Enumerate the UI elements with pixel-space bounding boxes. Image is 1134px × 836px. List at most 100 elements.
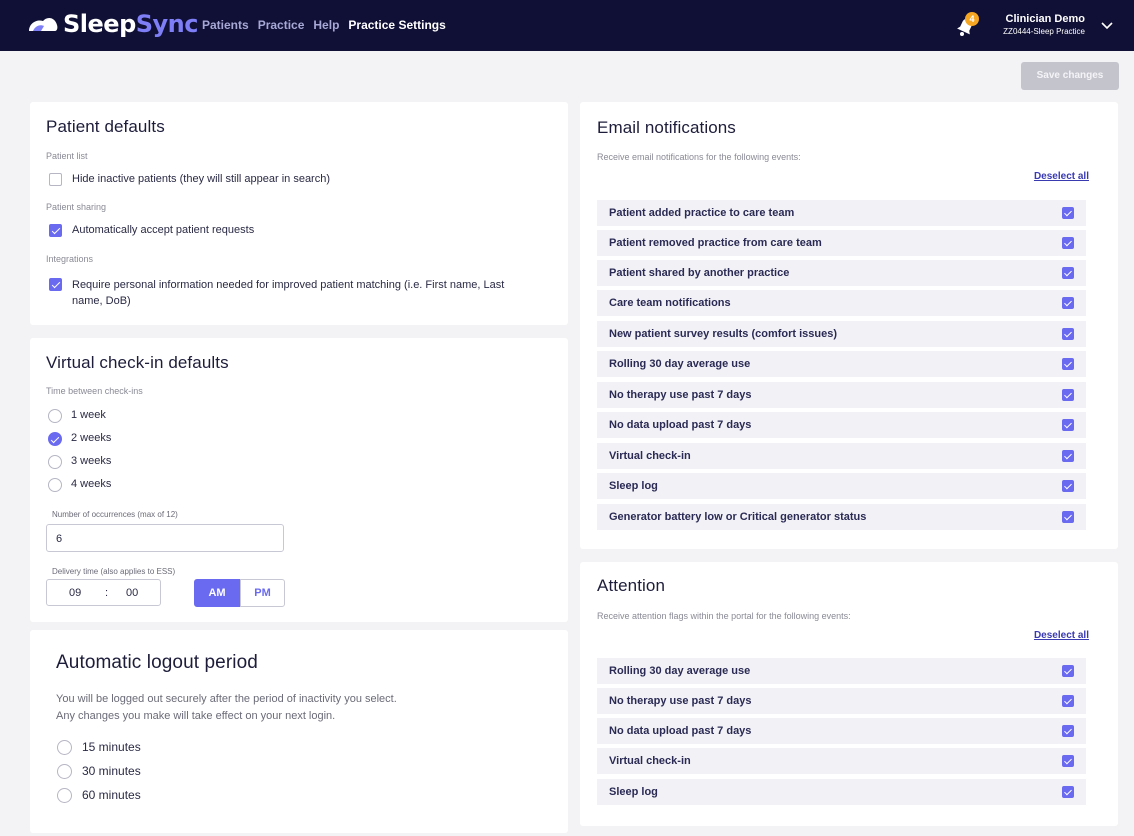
require-personal-label: Require personal information needed for … xyxy=(72,279,505,307)
brand-sleep: Sleep xyxy=(63,10,136,38)
event-checkbox[interactable] xyxy=(1062,450,1074,462)
radio-1-week[interactable] xyxy=(48,409,62,423)
option-label: 4 weeks xyxy=(71,478,112,490)
event-checkbox[interactable] xyxy=(1062,511,1074,523)
attention-deselect-all-link[interactable]: Deselect all xyxy=(1034,630,1089,641)
email-deselect-all-link[interactable]: Deselect all xyxy=(1034,171,1089,182)
event-label: Patient added practice to care team xyxy=(609,207,795,219)
auto-logout-desc-2: Any changes you make will take effect on… xyxy=(56,710,336,722)
event-checkbox[interactable] xyxy=(1062,328,1074,340)
email-event-row[interactable]: New patient survey results (comfort issu… xyxy=(597,321,1086,347)
patient-defaults-card: Patient defaults Patient list Hide inact… xyxy=(30,102,568,325)
event-checkbox[interactable] xyxy=(1062,207,1074,219)
hide-inactive-checkbox[interactable] xyxy=(49,173,62,186)
nav-patients[interactable]: Patients xyxy=(202,18,249,32)
checkin-option-1-week[interactable]: 1 week xyxy=(48,409,106,423)
event-label: Generator battery low or Critical genera… xyxy=(609,511,867,523)
radio-15-minutes[interactable] xyxy=(57,740,72,755)
event-checkbox[interactable] xyxy=(1062,267,1074,279)
brand-name: SleepSync xyxy=(63,10,199,38)
attention-event-row[interactable]: No data upload past 7 days xyxy=(597,718,1086,744)
radio-30-minutes[interactable] xyxy=(57,764,72,779)
occurrences-input[interactable]: 6 xyxy=(46,524,284,552)
occurrences-label: Number of occurrences (max of 12) xyxy=(52,510,178,519)
event-checkbox[interactable] xyxy=(1062,480,1074,492)
hour-value[interactable]: 09 xyxy=(69,587,81,599)
event-label: Care team notifications xyxy=(609,297,731,309)
delivery-time-label: Delivery time (also applies to ESS) xyxy=(52,567,176,576)
event-checkbox[interactable] xyxy=(1062,695,1074,707)
radio-60-minutes[interactable] xyxy=(57,788,72,803)
auto-accept-checkbox[interactable] xyxy=(49,224,62,237)
nav-practice[interactable]: Practice xyxy=(258,18,305,32)
attention-event-row[interactable]: Virtual check-in xyxy=(597,748,1086,774)
checkin-option-3-weeks[interactable]: 3 weeks xyxy=(48,455,111,469)
virtual-checkin-title: Virtual check-in defaults xyxy=(46,353,229,372)
email-notifications-card: Email notifications Receive email notifi… xyxy=(580,102,1118,549)
event-label: No data upload past 7 days xyxy=(609,419,752,431)
attention-title: Attention xyxy=(597,576,666,595)
event-label: Virtual check-in xyxy=(609,755,691,767)
event-label: Rolling 30 day average use xyxy=(609,358,751,370)
attention-event-row[interactable]: No therapy use past 7 days xyxy=(597,688,1086,714)
option-label: 3 weeks xyxy=(71,455,112,467)
patient-sharing-label: Patient sharing xyxy=(46,202,107,212)
event-checkbox[interactable] xyxy=(1062,297,1074,309)
attention-event-row[interactable]: Rolling 30 day average use xyxy=(597,658,1086,684)
save-changes-button[interactable]: Save changes xyxy=(1021,62,1119,90)
event-checkbox[interactable] xyxy=(1062,358,1074,370)
event-checkbox[interactable] xyxy=(1062,725,1074,737)
am-button[interactable]: AM xyxy=(194,579,240,607)
integrations-label: Integrations xyxy=(46,254,94,264)
minute-value[interactable]: 00 xyxy=(126,587,138,599)
delivery-time-input[interactable]: 09 : 00 xyxy=(46,579,161,606)
event-checkbox[interactable] xyxy=(1062,755,1074,767)
hide-inactive-option[interactable]: Hide inactive patients (they will still … xyxy=(49,173,330,186)
user-menu[interactable]: Clinician Demo ZZ0444-Sleep Practice xyxy=(975,13,1085,36)
email-event-row[interactable]: No therapy use past 7 days xyxy=(597,382,1086,408)
checkin-option-4-weeks[interactable]: 4 weeks xyxy=(48,478,111,492)
logout-option-30[interactable]: 30 minutes xyxy=(57,764,141,779)
attention-subtitle: Receive attention flags within the porta… xyxy=(597,611,851,621)
event-checkbox[interactable] xyxy=(1062,665,1074,677)
radio-4-weeks[interactable] xyxy=(48,478,62,492)
pm-button[interactable]: PM xyxy=(240,579,285,607)
event-label: No data upload past 7 days xyxy=(609,725,752,737)
event-label: Sleep log xyxy=(609,786,658,798)
event-label: Sleep log xyxy=(609,480,658,492)
attention-card: Attention Receive attention flags within… xyxy=(580,562,1118,826)
option-label: 30 minutes xyxy=(82,764,141,778)
email-event-row[interactable]: Patient removed practice from care team xyxy=(597,230,1086,256)
event-label: Patient removed practice from care team xyxy=(609,237,822,249)
require-personal-option[interactable]: Require personal information needed for … xyxy=(49,277,529,309)
auto-accept-option[interactable]: Automatically accept patient requests xyxy=(49,224,254,237)
logout-option-60[interactable]: 60 minutes xyxy=(57,788,141,803)
chevron-down-icon[interactable] xyxy=(1099,17,1115,33)
email-event-row[interactable]: Virtual check-in xyxy=(597,443,1086,469)
radio-3-weeks[interactable] xyxy=(48,455,62,469)
email-event-row[interactable]: Sleep log xyxy=(597,473,1086,499)
event-checkbox[interactable] xyxy=(1062,237,1074,249)
checkin-option-2-weeks[interactable]: 2 weeks xyxy=(48,432,111,446)
option-label: 1 week xyxy=(71,409,106,421)
event-checkbox[interactable] xyxy=(1062,786,1074,798)
logout-option-15[interactable]: 15 minutes xyxy=(57,740,141,755)
email-event-row[interactable]: Patient added practice to care team xyxy=(597,200,1086,226)
attention-event-row[interactable]: Sleep log xyxy=(597,779,1086,805)
email-event-row[interactable]: Rolling 30 day average use xyxy=(597,351,1086,377)
email-event-row[interactable]: Patient shared by another practice xyxy=(597,260,1086,286)
email-event-row[interactable]: Care team notifications xyxy=(597,290,1086,316)
event-checkbox[interactable] xyxy=(1062,419,1074,431)
sleepsync-logo[interactable]: SleepSync xyxy=(27,10,199,38)
email-event-row[interactable]: Generator battery low or Critical genera… xyxy=(597,504,1086,530)
nav-practice-settings[interactable]: Practice Settings xyxy=(348,18,445,32)
radio-2-weeks[interactable] xyxy=(48,432,62,446)
email-event-row[interactable]: No data upload past 7 days xyxy=(597,412,1086,438)
event-label: Virtual check-in xyxy=(609,450,691,462)
auto-logout-card: Automatic logout period You will be logg… xyxy=(30,630,568,833)
event-label: Rolling 30 day average use xyxy=(609,665,751,677)
event-checkbox[interactable] xyxy=(1062,389,1074,401)
option-label: 2 weeks xyxy=(71,432,112,444)
require-personal-checkbox[interactable] xyxy=(49,278,62,291)
nav-help[interactable]: Help xyxy=(313,18,339,32)
